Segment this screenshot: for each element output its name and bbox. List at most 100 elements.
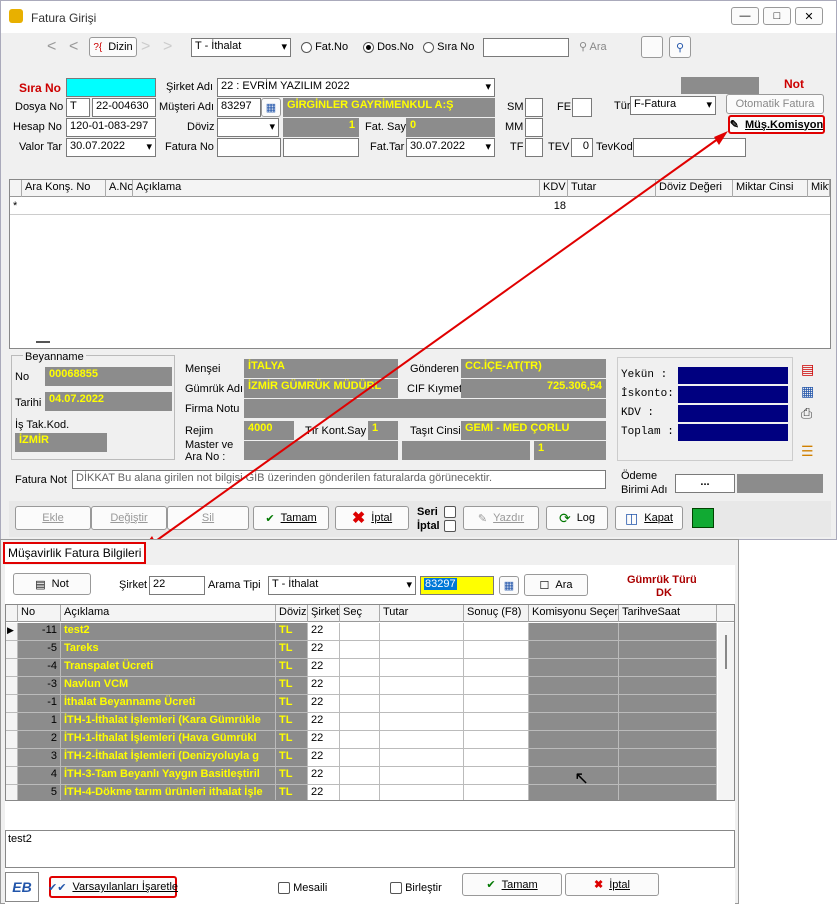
birlestir-option[interactable]: Birleştir bbox=[390, 882, 442, 895]
table-row[interactable]: 1 İTH-1-İthalat İşlemleri (Kara Gümrükle T… bbox=[6, 713, 722, 731]
memo-box[interactable]: test2 bbox=[5, 830, 735, 868]
row-tutar[interactable] bbox=[380, 623, 464, 641]
row-sec[interactable] bbox=[340, 677, 380, 695]
row-sirket[interactable]: 22 bbox=[308, 767, 340, 785]
row-tutar[interactable] bbox=[380, 767, 464, 785]
dialog-iptal-button[interactable]: ✖ İptal bbox=[565, 873, 659, 896]
row-doviz: TL bbox=[276, 641, 308, 659]
row-doviz: TL bbox=[276, 713, 308, 731]
table-row[interactable]: -5 Tareks TL 22 bbox=[6, 641, 722, 659]
row-sonuc[interactable] bbox=[464, 659, 529, 677]
row-sec[interactable] bbox=[340, 641, 380, 659]
row-aciklama: İTH-3-Tam Beyanlı Yaygın Basitleştiril bbox=[61, 767, 276, 785]
row-indicator: ▶ bbox=[6, 623, 18, 641]
row-sirket[interactable]: 22 bbox=[308, 623, 340, 641]
table-row[interactable]: 4 İTH-3-Tam Beyanlı Yaygın Basitleştiril T… bbox=[6, 767, 722, 785]
row-sirket[interactable]: 22 bbox=[308, 713, 340, 731]
row-tarih-saat bbox=[619, 713, 717, 731]
row-tutar[interactable] bbox=[380, 749, 464, 767]
arama-tipi-select[interactable]: T - İthalat bbox=[268, 576, 416, 595]
row-sec[interactable] bbox=[340, 623, 380, 641]
notepad-icon: ▤ bbox=[35, 578, 46, 591]
table-row[interactable]: -4 Transpalet Ücreti TL 22 bbox=[6, 659, 722, 677]
row-sonuc[interactable] bbox=[464, 641, 529, 659]
not-button-label: Not bbox=[51, 578, 69, 590]
row-sirket[interactable]: 22 bbox=[308, 785, 340, 800]
row-sec[interactable] bbox=[340, 785, 380, 800]
row-sec[interactable] bbox=[340, 713, 380, 731]
row-sonuc[interactable] bbox=[464, 695, 529, 713]
col-doviz[interactable]: Döviz bbox=[276, 605, 308, 622]
code-input[interactable]: 83297 bbox=[420, 576, 494, 595]
birlestir-label: Birleştir bbox=[405, 882, 442, 894]
row-tutar[interactable] bbox=[380, 641, 464, 659]
row-tarih-saat bbox=[619, 767, 717, 785]
row-sonuc[interactable] bbox=[464, 713, 529, 731]
lookup-button[interactable]: ▦ bbox=[499, 576, 519, 595]
sirket-input[interactable]: 22 bbox=[149, 576, 205, 595]
mesaili-checkbox[interactable] bbox=[278, 882, 290, 895]
dialog-check-icon: ✔ bbox=[486, 879, 496, 891]
not-button[interactable]: ▤ Not bbox=[13, 573, 91, 595]
ara-button[interactable]: ☐ Ara bbox=[524, 574, 588, 596]
row-no: -4 bbox=[18, 659, 61, 677]
row-sirket[interactable]: 22 bbox=[308, 641, 340, 659]
col-sirket[interactable]: Şirket bbox=[308, 605, 340, 622]
row-tutar[interactable] bbox=[380, 677, 464, 695]
row-sonuc[interactable] bbox=[464, 623, 529, 641]
row-tutar[interactable] bbox=[380, 713, 464, 731]
row-doviz: TL bbox=[276, 731, 308, 749]
row-sec[interactable] bbox=[340, 695, 380, 713]
row-komisyonu-secen bbox=[529, 623, 619, 641]
table-row[interactable]: -1 İthalat Beyanname Ücreti TL 22 bbox=[6, 695, 722, 713]
row-doviz: TL bbox=[276, 623, 308, 641]
varsayilanlari-label: Varsayılanları İşaretle bbox=[72, 881, 179, 893]
row-sirket[interactable]: 22 bbox=[308, 695, 340, 713]
col-aciklama[interactable]: Açıklama bbox=[61, 605, 276, 622]
arama-tipi-label: Arama Tipi bbox=[208, 579, 261, 591]
row-tarih-saat bbox=[619, 659, 717, 677]
row-indicator bbox=[6, 767, 18, 785]
row-tutar[interactable] bbox=[380, 659, 464, 677]
row-no: 4 bbox=[18, 767, 61, 785]
table-row[interactable]: ▶ -11 test2 TL 22 bbox=[6, 623, 722, 641]
row-sirket[interactable]: 22 bbox=[308, 677, 340, 695]
row-tarih-saat bbox=[619, 677, 717, 695]
row-sonuc[interactable] bbox=[464, 767, 529, 785]
col-tarih-saat[interactable]: TarihveSaat bbox=[619, 605, 717, 622]
search-doc-icon: ☐ bbox=[539, 579, 550, 592]
row-sonuc[interactable] bbox=[464, 749, 529, 767]
row-sec[interactable] bbox=[340, 749, 380, 767]
dialog-tamam-button[interactable]: ✔ Tamam bbox=[462, 873, 562, 896]
birlestir-checkbox[interactable] bbox=[390, 882, 402, 895]
dk-label: DK bbox=[656, 587, 672, 599]
row-sec[interactable] bbox=[340, 731, 380, 749]
col-komisyonu-secen[interactable]: Komisyonu Seçen bbox=[529, 605, 619, 622]
col-sec[interactable]: Seç bbox=[340, 605, 380, 622]
col-sonuc[interactable]: Sonuç (F8) bbox=[464, 605, 529, 622]
table-row[interactable]: 2 İTH-1-İthalat İşlemleri (Hava Gümrükl TL… bbox=[6, 731, 722, 749]
col-no[interactable]: No bbox=[18, 605, 61, 622]
row-no: 3 bbox=[18, 749, 61, 767]
musavirlik-dialog: Müşavirlik Fatura Bilgileri ▤ Not Şirket … bbox=[0, 539, 739, 905]
row-sirket[interactable]: 22 bbox=[308, 749, 340, 767]
row-no: -11 bbox=[18, 623, 61, 641]
table-row[interactable]: 3 İTH-2-İthalat İşlemleri (Denizyoluyla g… bbox=[6, 749, 722, 767]
row-sonuc[interactable] bbox=[464, 731, 529, 749]
row-sec[interactable] bbox=[340, 659, 380, 677]
row-sirket[interactable]: 22 bbox=[308, 659, 340, 677]
scrollbar-thumb[interactable] bbox=[725, 635, 727, 669]
table-row[interactable]: -3 Navlun VCM TL 22 bbox=[6, 677, 722, 695]
row-sonuc[interactable] bbox=[464, 785, 529, 800]
row-tutar[interactable] bbox=[380, 695, 464, 713]
row-tutar[interactable] bbox=[380, 731, 464, 749]
row-sirket[interactable]: 22 bbox=[308, 731, 340, 749]
grid-scrollbar[interactable] bbox=[718, 623, 734, 800]
row-sec[interactable] bbox=[340, 767, 380, 785]
row-tutar[interactable] bbox=[380, 785, 464, 800]
mesaili-option[interactable]: Mesaili bbox=[278, 882, 327, 895]
col-tutar[interactable]: Tutar bbox=[380, 605, 464, 622]
table-row[interactable]: 5 İTH-4-Dökme tarım ürünleri ithalat İşle… bbox=[6, 785, 722, 800]
varsayilanlari-isaretle-button[interactable]: ✔✔ Varsayılanları İşaretle bbox=[48, 876, 179, 898]
row-sonuc[interactable] bbox=[464, 677, 529, 695]
